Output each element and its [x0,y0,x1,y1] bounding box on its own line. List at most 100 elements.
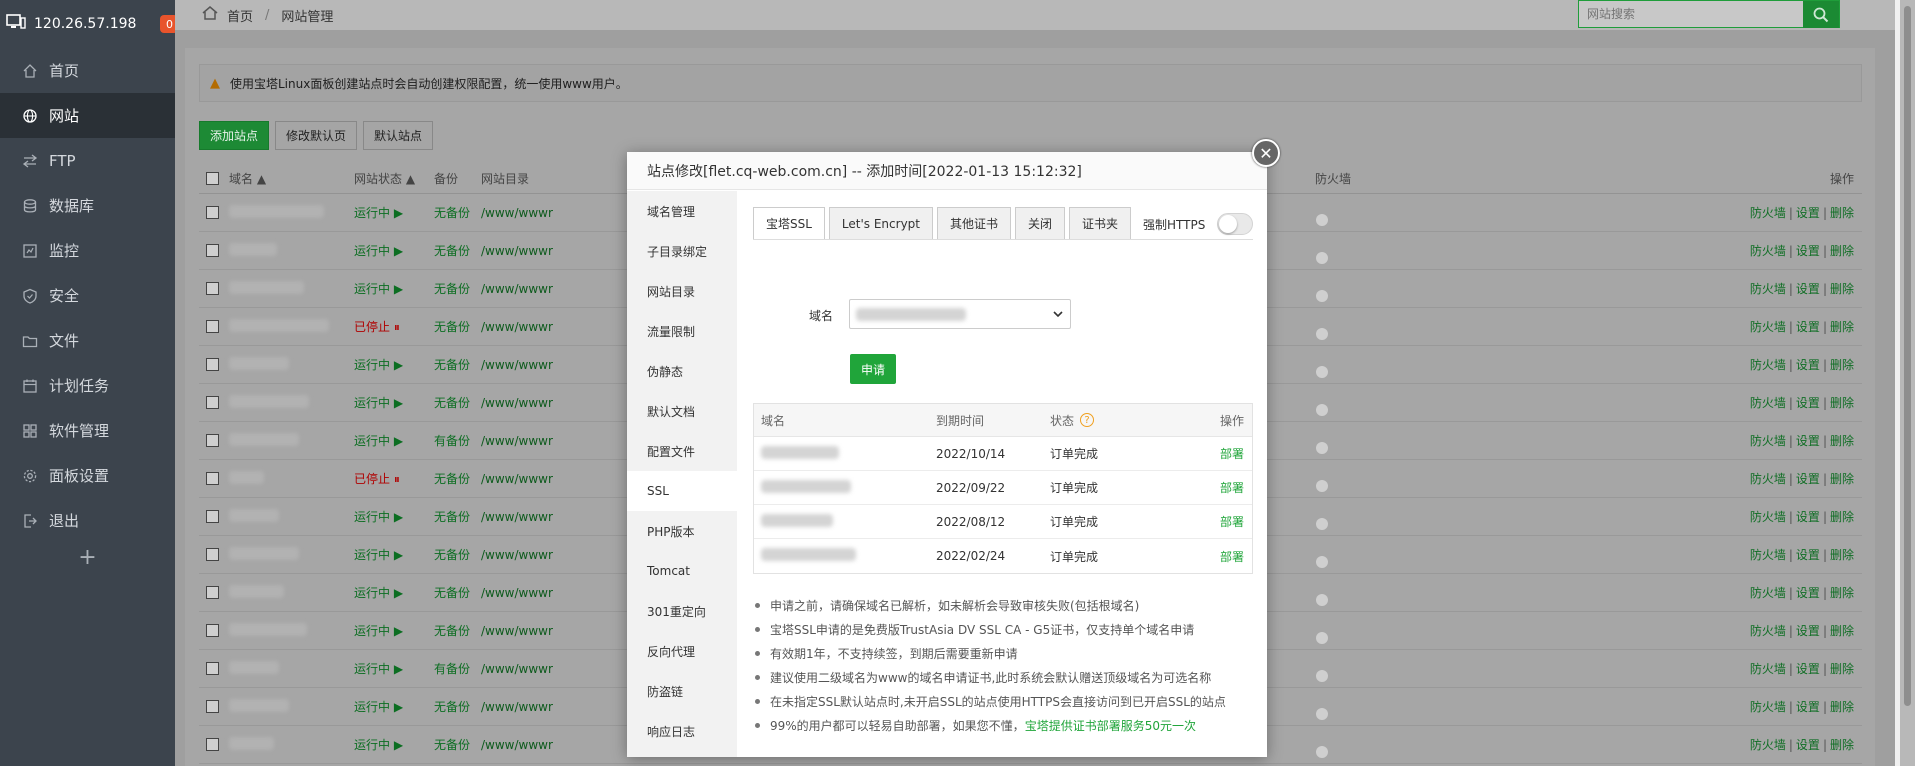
help-icon[interactable]: ? [1080,413,1095,427]
site-dir-link[interactable]: /www/wwwr [481,282,553,296]
sidebar-item-8[interactable]: 软件管理 [0,408,175,453]
dialog-nav-item-7[interactable]: SSL [627,471,737,511]
site-status-toggle[interactable]: 已停止 ⏸ [354,318,400,335]
site-status-toggle[interactable]: 运行中 ▶ [354,660,403,677]
op-firewall-link[interactable]: 防火墙 [1750,472,1786,486]
sidebar-item-7[interactable]: 计划任务 [0,363,175,408]
op-settings-link[interactable]: 设置 [1796,244,1820,258]
op-settings-link[interactable]: 设置 [1796,320,1820,334]
row-checkbox[interactable] [206,662,219,675]
site-domain[interactable] [229,584,284,601]
op-delete-link[interactable]: 删除 [1830,244,1854,258]
site-backup-link[interactable]: 无备份 [434,242,470,259]
site-dir-link[interactable]: /www/wwwr [481,434,553,448]
breadcrumb-home[interactable]: 首页 [227,6,253,25]
apply-button[interactable]: 申请 [850,354,896,384]
op-settings-link[interactable]: 设置 [1796,700,1820,714]
op-settings-link[interactable]: 设置 [1796,510,1820,524]
row-checkbox[interactable] [206,206,219,219]
domain-select[interactable] [849,299,1071,329]
site-backup-link[interactable]: 无备份 [434,698,470,715]
dialog-nav-item-9[interactable]: Tomcat [627,551,737,591]
site-status-toggle[interactable]: 运行中 ▶ [354,546,403,563]
dialog-nav-item-8[interactable]: PHP版本 [627,511,737,551]
op-delete-link[interactable]: 删除 [1830,472,1854,486]
tab-ssl-3[interactable]: 关闭 [1015,207,1066,239]
site-domain[interactable] [229,394,309,411]
site-status-toggle[interactable]: 运行中 ▶ [354,508,403,525]
op-settings-link[interactable]: 设置 [1796,434,1820,448]
op-delete-link[interactable]: 删除 [1830,662,1854,676]
row-checkbox[interactable] [206,586,219,599]
row-checkbox[interactable] [206,244,219,257]
op-delete-link[interactable]: 删除 [1830,396,1854,410]
sidebar-item-5[interactable]: 安全 [0,273,175,318]
dialog-nav-item-3[interactable]: 流量限制 [627,311,737,351]
site-dir-link[interactable]: /www/wwwr [481,396,553,410]
site-backup-link[interactable]: 有备份 [434,432,470,449]
op-delete-link[interactable]: 删除 [1830,738,1854,752]
add-menu-button[interactable]: + [0,545,175,570]
op-settings-link[interactable]: 设置 [1796,662,1820,676]
row-checkbox[interactable] [206,396,219,409]
op-delete-link[interactable]: 删除 [1830,624,1854,638]
site-backup-link[interactable]: 无备份 [434,584,470,601]
dialog-nav-item-13[interactable]: 响应日志 [627,711,737,751]
site-dir-link[interactable]: /www/wwwr [481,586,553,600]
site-status-toggle[interactable]: 运行中 ▶ [354,584,403,601]
site-domain[interactable] [229,280,304,297]
row-checkbox[interactable] [206,510,219,523]
op-settings-link[interactable]: 设置 [1796,206,1820,220]
row-checkbox[interactable] [206,282,219,295]
site-dir-link[interactable]: /www/wwwr [481,548,553,562]
site-domain[interactable] [229,204,324,221]
header-status[interactable]: 网站状态 ▲ [354,170,415,187]
site-status-toggle[interactable]: 运行中 ▶ [354,698,403,715]
scrollbar-thumb[interactable] [1904,6,1911,706]
op-firewall-link[interactable]: 防火墙 [1750,548,1786,562]
row-checkbox[interactable] [206,434,219,447]
row-checkbox[interactable] [206,700,219,713]
default-site-button[interactable]: 默认站点 [363,121,434,150]
sidebar-item-9[interactable]: 面板设置 [0,453,175,498]
op-delete-link[interactable]: 删除 [1830,206,1854,220]
cert-deploy-link[interactable]: 部署 [1220,479,1244,496]
cert-deploy-link[interactable]: 部署 [1220,548,1244,565]
tab-ssl-4[interactable]: 证书夹 [1069,207,1132,239]
op-firewall-link[interactable]: 防火墙 [1750,396,1786,410]
op-firewall-link[interactable]: 防火墙 [1750,206,1786,220]
sidebar-item-6[interactable]: 文件 [0,318,175,363]
site-status-toggle[interactable]: 运行中 ▶ [354,394,403,411]
dialog-nav-item-5[interactable]: 默认文档 [627,391,737,431]
add-site-button[interactable]: 添加站点 [199,121,270,150]
search-input[interactable] [1579,1,1803,27]
dialog-nav-item-1[interactable]: 子目录绑定 [627,231,737,271]
dialog-nav-item-4[interactable]: 伪静态 [627,351,737,391]
op-firewall-link[interactable]: 防火墙 [1750,358,1786,372]
site-backup-link[interactable]: 有备份 [434,660,470,677]
force-https-toggle[interactable] [1217,213,1254,235]
row-checkbox[interactable] [206,320,219,333]
dialog-nav-item-12[interactable]: 防盗链 [627,671,737,711]
site-dir-link[interactable]: /www/wwwr [481,472,553,486]
op-settings-link[interactable]: 设置 [1796,472,1820,486]
dialog-nav-item-11[interactable]: 反向代理 [627,631,737,671]
site-domain[interactable] [229,546,299,563]
op-settings-link[interactable]: 设置 [1796,396,1820,410]
site-domain[interactable] [229,432,299,449]
site-domain[interactable] [229,470,264,487]
op-settings-link[interactable]: 设置 [1796,548,1820,562]
dialog-nav-item-6[interactable]: 配置文件 [627,431,737,471]
site-dir-link[interactable]: /www/wwwr [481,358,553,372]
header-domain[interactable]: 域名 ▲ [229,170,266,187]
sidebar-item-1[interactable]: 网站 [0,93,175,138]
site-dir-link[interactable]: /www/wwwr [481,624,553,638]
op-firewall-link[interactable]: 防火墙 [1750,510,1786,524]
op-firewall-link[interactable]: 防火墙 [1750,244,1786,258]
op-firewall-link[interactable]: 防火墙 [1750,700,1786,714]
home-icon[interactable] [201,5,219,25]
op-settings-link[interactable]: 设置 [1796,624,1820,638]
op-firewall-link[interactable]: 防火墙 [1750,586,1786,600]
tab-ssl-0[interactable]: 宝塔SSL [753,207,825,239]
dialog-nav-item-0[interactable]: 域名管理 [627,191,737,231]
